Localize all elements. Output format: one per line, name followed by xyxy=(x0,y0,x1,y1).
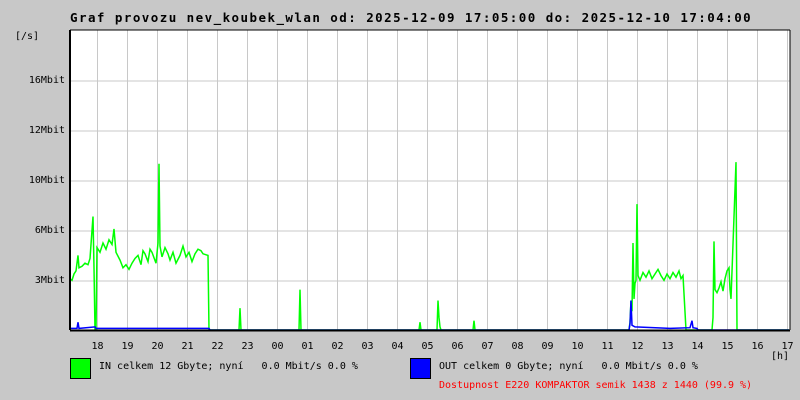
x-tick-label: 22 xyxy=(211,341,224,352)
x-tick-label: 03 xyxy=(361,341,374,352)
x-tick-label: 02 xyxy=(331,341,344,352)
x-tick-label: 00 xyxy=(271,341,284,352)
x-tick-label: 20 xyxy=(151,341,164,352)
legend-out-text: OUT celkem 0 Gbyte; nyní 0.0 Mbit/s 0.0 … xyxy=(439,361,698,372)
x-tick-label: 21 xyxy=(181,341,194,352)
legend-in-swatch xyxy=(70,358,91,379)
x-tick-label: 10 xyxy=(571,341,584,352)
traffic-graph: Graf provozu nev_koubek_wlan od: 2025-12… xyxy=(0,0,800,400)
x-tick-label: 19 xyxy=(121,341,134,352)
x-tick-label: 05 xyxy=(421,341,434,352)
x-tick-label: 13 xyxy=(661,341,674,352)
x-tick-label: 04 xyxy=(391,341,404,352)
availability-text: Dostupnost E220 KOMPAKTOR semik 1438 z 1… xyxy=(439,380,753,391)
x-tick-label: 01 xyxy=(301,341,314,352)
y-axis-unit: [/s] xyxy=(15,31,40,42)
y-tick-label: 12Mbit xyxy=(28,125,65,136)
y-tick-label: 6Mbit xyxy=(34,225,65,236)
chart-title: Graf provozu nev_koubek_wlan od: 2025-12… xyxy=(70,10,753,25)
chart-canvas xyxy=(69,29,791,332)
y-tick-label: 3Mbit xyxy=(34,275,65,286)
plot-area xyxy=(70,30,790,330)
x-tick-label: 07 xyxy=(481,341,494,352)
y-tick-label: 16Mbit xyxy=(28,75,65,86)
x-tick-label: 18 xyxy=(91,341,104,352)
x-tick-label: 06 xyxy=(451,341,464,352)
x-tick-label: 09 xyxy=(541,341,554,352)
legend-out-swatch xyxy=(410,358,431,379)
x-tick-label: 11 xyxy=(601,341,614,352)
x-tick-label: 14 xyxy=(691,341,704,352)
x-tick-label: 12 xyxy=(631,341,644,352)
legend-in-text: IN celkem 12 Gbyte; nyní 0.0 Mbit/s 0.0 … xyxy=(99,361,358,372)
y-tick-label: 10Mbit xyxy=(28,175,65,186)
x-tick-label: 16 xyxy=(751,341,764,352)
x-axis-unit: [h] xyxy=(771,351,790,362)
x-tick-label: 15 xyxy=(721,341,734,352)
x-tick-label: 08 xyxy=(511,341,524,352)
x-tick-label: 23 xyxy=(241,341,254,352)
